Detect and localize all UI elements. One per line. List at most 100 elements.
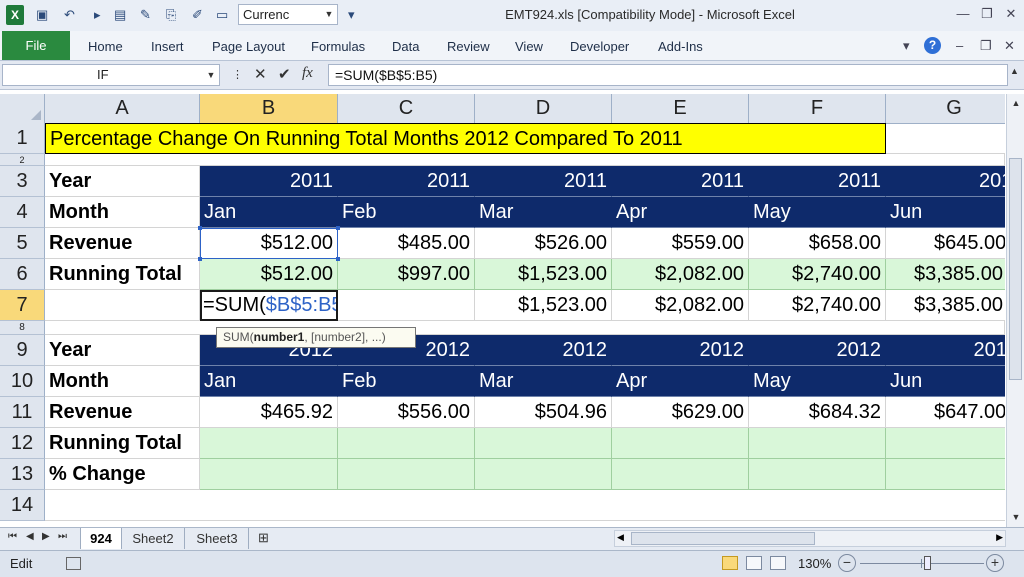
column-header-c[interactable]: C [338,94,475,123]
row-header[interactable]: 11 [0,397,45,428]
page-break-preview-button[interactable] [770,556,786,570]
column-header-e[interactable]: E [612,94,749,123]
cell[interactable] [45,490,1005,521]
revenue-cell[interactable]: $559.00 [612,228,749,259]
month-cell[interactable]: May [749,366,886,397]
function-tooltip[interactable]: SUM(number1, [number2], ...) [216,327,416,348]
label-cell[interactable]: Year [45,166,200,197]
close-button[interactable]: ✕ [1000,4,1022,24]
month-cell[interactable]: May [749,197,886,228]
running-total-cell[interactable] [886,428,1005,459]
revenue-cell[interactable]: $512.00 [200,228,338,259]
tab-insert[interactable]: Insert [151,39,184,54]
running-total-cell[interactable]: $2,082.00 [612,259,749,290]
revenue-cell[interactable]: $465.92 [200,397,338,428]
year-cell[interactable]: 2011 [475,166,612,197]
scroll-thumb[interactable] [631,532,815,545]
sheet-tab-924[interactable]: 924 [80,528,122,549]
insert-sheet-icon[interactable]: ⊞ [258,530,269,546]
revenue-cell[interactable]: $485.00 [338,228,475,259]
cancel-entry-icon[interactable]: ✕ [254,65,267,83]
brush-icon[interactable]: ✐ [192,7,203,23]
horizontal-scrollbar[interactable]: ◀ ▶ [614,530,1006,547]
title-cell[interactable]: Percentage Change On Running Total Month… [45,123,886,154]
tab-data[interactable]: Data [392,39,419,54]
minimize-button[interactable]: — [952,4,974,24]
excel-logo-icon[interactable]: X [6,5,24,25]
running-total-cell[interactable]: $3,385.00 [886,290,1005,321]
tab-review[interactable]: Review [447,39,490,54]
revenue-cell[interactable]: $684.32 [749,397,886,428]
tab-home[interactable]: Home [88,39,123,54]
format-painter-icon[interactable]: ✎ [140,7,151,23]
cell[interactable] [338,290,475,321]
revenue-cell[interactable]: $526.00 [475,228,612,259]
minimize-ribbon-icon[interactable]: ▾ [903,38,910,54]
running-total-cell[interactable]: $2,740.00 [749,290,886,321]
running-total-cell[interactable]: $512.00 [200,259,338,290]
row-header[interactable]: 4 [0,197,45,228]
percent-change-cell[interactable] [475,459,612,490]
tab-formulas[interactable]: Formulas [311,39,365,54]
cell[interactable] [886,123,1005,154]
tab-view[interactable]: View [515,39,543,54]
undo-icon[interactable]: ↶ [64,7,75,23]
label-cell[interactable]: Running Total [45,428,200,459]
year-cell[interactable]: 2011 [338,166,475,197]
revenue-cell[interactable]: $658.00 [749,228,886,259]
insert-function-icon[interactable]: fx [302,65,313,82]
running-total-cell[interactable]: $997.00 [338,259,475,290]
maximize-button[interactable]: ❐ [976,4,998,24]
expand-formula-bar-icon[interactable]: ▲ [1010,66,1022,76]
month-cell[interactable]: Apr [612,366,749,397]
tab-file[interactable]: File [2,31,70,60]
row-header[interactable]: 6 [0,259,45,290]
year-cell[interactable]: 2011 [612,166,749,197]
month-cell[interactable]: Feb [338,197,475,228]
running-total-cell[interactable]: $2,082.00 [612,290,749,321]
row-header[interactable]: 8 [0,321,45,335]
cell[interactable] [45,154,1005,166]
month-cell[interactable]: Jan [200,197,338,228]
chevron-down-icon[interactable]: ▼ [322,5,336,24]
month-cell[interactable]: Mar [475,197,612,228]
revenue-cell[interactable]: $647.00 [886,397,1005,428]
save-icon[interactable]: ▣ [36,7,48,23]
first-sheet-icon[interactable]: ⏮ [8,531,17,542]
scroll-up-arrow-icon[interactable]: ▲ [1010,98,1022,108]
zoom-slider-thumb[interactable] [924,556,931,570]
label-cell[interactable]: Month [45,197,200,228]
column-header-g[interactable]: G [886,94,1005,123]
window-restore-icon[interactable]: ❐ [980,38,992,54]
percent-change-cell[interactable] [338,459,475,490]
revenue-cell[interactable]: $504.96 [475,397,612,428]
row-header[interactable]: 5 [0,228,45,259]
row-header[interactable]: 14 [0,490,45,521]
select-all-button[interactable] [0,94,45,123]
percent-change-cell[interactable] [886,459,1005,490]
running-total-cell[interactable] [749,428,886,459]
cell[interactable] [45,290,200,321]
scroll-right-arrow-icon[interactable]: ▶ [996,532,1003,543]
page-layout-view-button[interactable] [746,556,762,570]
help-icon[interactable]: ? [924,37,941,54]
tooltip-function[interactable]: SUM( [223,330,254,344]
percent-change-cell[interactable] [200,459,338,490]
worksheet-grid[interactable]: A B C D E F G 1 Percentage Change On Run… [0,94,1005,521]
window-close-icon[interactable]: ✕ [1004,38,1015,54]
row-header[interactable]: 10 [0,366,45,397]
running-total-cell[interactable] [612,428,749,459]
previous-sheet-icon[interactable]: ◀ [26,531,34,542]
normal-view-button[interactable] [722,556,738,570]
formula-input[interactable]: =SUM($B$5:B5) [328,64,1008,86]
year-cell[interactable]: 2011 [749,166,886,197]
scroll-left-arrow-icon[interactable]: ◀ [617,532,624,543]
sheet-tab-sheet2[interactable]: Sheet2 [122,528,185,549]
copy-icon[interactable]: ⎘ [166,7,176,23]
tab-page-layout[interactable]: Page Layout [212,39,285,54]
last-sheet-icon[interactable]: ⏭ [58,531,67,542]
zoom-in-button[interactable]: + [986,554,1004,572]
month-cell[interactable]: Feb [338,366,475,397]
running-total-cell[interactable]: $1,523.00 [475,290,612,321]
tooltip-argument[interactable]: number1 [254,330,305,344]
